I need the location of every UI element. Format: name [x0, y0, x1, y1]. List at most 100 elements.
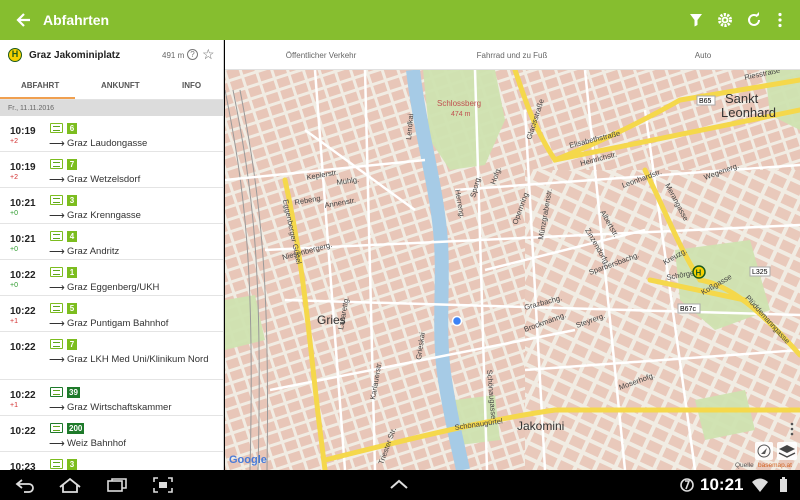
label-sankt: Sankt — [725, 91, 759, 106]
departure-time: 10:19 — [10, 162, 36, 173]
departure-delay: +2 — [10, 174, 18, 181]
line-number-badge: 6 — [67, 123, 77, 134]
departure-delay: +2 — [10, 138, 18, 145]
departure-row[interactable]: 10:21 +0 4 ⟶ Graz Andritz — [0, 224, 223, 260]
stop-marker-icon[interactable]: H — [692, 265, 706, 279]
tab-ankunft[interactable]: ANKUNFT — [101, 81, 140, 90]
settings-gear-icon[interactable] — [716, 11, 734, 29]
departure-time: 10:22 — [10, 342, 36, 353]
tram-icon — [50, 339, 63, 349]
app-bar: Abfahrten — [0, 0, 800, 40]
chevron-up-icon[interactable] — [388, 477, 410, 493]
line-number-badge: 200 — [67, 423, 85, 434]
direction-arrow-icon: ⟶ — [49, 438, 65, 450]
departure-destination: Graz Andritz — [67, 246, 120, 257]
tram-icon — [50, 195, 63, 205]
help-icon[interactable]: ? — [187, 49, 198, 60]
notification-icon — [680, 478, 694, 492]
tram-icon — [50, 123, 63, 133]
tab-abfahrt[interactable]: ABFAHRT — [21, 81, 59, 90]
departure-time: 10:19 — [10, 126, 36, 137]
direction-arrow-icon: ⟶ — [49, 174, 65, 186]
nav-back-icon[interactable] — [14, 477, 36, 493]
attribution-basemap[interactable]: basemap.at — [758, 462, 792, 469]
departure-row[interactable]: 10:21 +0 3 ⟶ Graz Krenngasse — [0, 188, 223, 224]
tram-icon — [50, 159, 63, 169]
departure-delay: +0 — [10, 246, 18, 253]
departure-row[interactable]: 10:22 200 ⟶ Weiz Bahnhof — [0, 416, 223, 452]
departure-row[interactable]: 10:19 +2 6 ⟶ Graz Laudongasse — [0, 116, 223, 152]
current-location-dot — [451, 315, 463, 327]
departure-delay: +1 — [10, 318, 18, 325]
departure-delay: +0 — [10, 210, 18, 217]
date-header: Fr., 11.11.2016 — [0, 100, 223, 116]
departures-panel: H Graz Jakominiplatz 491 m ? ☆ ABFAHRT A… — [0, 40, 224, 470]
filter-icon[interactable] — [687, 11, 705, 29]
attribution-source: Quelle — [735, 462, 754, 469]
departure-destination: Graz Puntigam Bahnhof — [67, 318, 169, 329]
transport-mode-bar: Öffentlicher Verkehr Fahrrad und zu Fuß … — [225, 40, 800, 70]
label-jakomini: Jakomini — [517, 419, 564, 433]
mode-public-transport[interactable]: Öffentlicher Verkehr — [286, 51, 357, 60]
screenshot-icon[interactable] — [152, 477, 174, 493]
tram-icon — [50, 231, 63, 241]
battery-icon — [780, 477, 787, 492]
mode-bike-walk[interactable]: Fahrrad und zu Fuß — [477, 51, 548, 60]
map-view[interactable]: B65 B67c L325 Schlossberg 474 m Sankt Le… — [225, 70, 800, 470]
line-number-badge: 5 — [67, 303, 77, 314]
departure-row[interactable]: 10:22 +0 1 ⟶ Graz Eggenberg/UKH — [0, 260, 223, 296]
departure-time: 10:22 — [10, 306, 36, 317]
tab-info[interactable]: INFO — [182, 81, 201, 90]
departure-time: 10:23 — [10, 462, 36, 470]
direction-arrow-icon: ⟶ — [49, 354, 65, 366]
overflow-menu-icon[interactable] — [771, 11, 789, 29]
departure-destination: Graz Wirtschaftskammer — [67, 402, 172, 413]
departure-destination: Graz Krenngasse — [67, 210, 141, 221]
tram-icon — [50, 303, 63, 313]
stop-badge-icon: H — [8, 48, 22, 62]
refresh-icon[interactable] — [745, 11, 763, 29]
shield-b65: B65 — [699, 98, 712, 105]
departure-row[interactable]: 10:22 +1 5 ⟶ Graz Puntigam Bahnhof — [0, 296, 223, 332]
departure-delay: +0 — [10, 282, 18, 289]
mode-car[interactable]: Auto — [695, 51, 711, 60]
map-base-east — [525, 170, 800, 470]
tab-bar: ABFAHRT ANKUNFT INFO — [0, 70, 223, 100]
system-nav-bar: 10:21 — [0, 470, 800, 500]
favorite-star-icon[interactable]: ☆ — [202, 46, 215, 63]
departure-row[interactable]: 10:23 3 — [0, 452, 223, 470]
line-number-badge: 4 — [67, 231, 77, 242]
direction-arrow-icon: ⟶ — [49, 246, 65, 258]
map-overflow-icon[interactable] — [790, 422, 794, 436]
departure-row[interactable]: 10:22 +1 39 ⟶ Graz Wirtschaftskammer — [0, 380, 223, 416]
departure-destination: Graz Eggenberg/UKH — [67, 282, 160, 293]
svg-text:H: H — [696, 269, 702, 278]
stop-name: Graz Jakominiplatz — [29, 50, 121, 61]
departure-time: 10:21 — [10, 234, 36, 245]
departure-row[interactable]: 10:22 7 ⟶ Graz LKH Med Uni/Klinikum Nord — [0, 332, 223, 380]
direction-arrow-icon: ⟶ — [49, 318, 65, 330]
line-number-badge: 7 — [67, 159, 77, 170]
departure-row[interactable]: 10:19 +2 7 ⟶ Graz Wetzelsdorf — [0, 152, 223, 188]
departure-destination: Weiz Bahnhof — [67, 438, 126, 449]
departure-destination: Graz Wetzelsdorf — [67, 174, 141, 185]
label-schlossberg-alt: 474 m — [451, 111, 471, 118]
tram-icon — [50, 267, 63, 277]
back-arrow-icon[interactable] — [14, 10, 34, 30]
line-number-badge: 1 — [67, 267, 77, 278]
map-column: Öffentlicher Verkehr Fahrrad und zu Fuß … — [225, 40, 800, 470]
departure-time: 10:22 — [10, 390, 36, 401]
tram-icon — [50, 459, 63, 469]
label-leonhard: Leonhard — [721, 105, 776, 120]
nav-recent-apps-icon[interactable] — [106, 477, 128, 493]
shield-l325: L325 — [752, 269, 768, 276]
line-number-badge: 7 — [67, 339, 77, 350]
wifi-icon — [752, 478, 768, 492]
compass-button[interactable] — [755, 442, 773, 460]
layers-button[interactable] — [777, 442, 797, 460]
bus-icon — [50, 423, 63, 433]
active-tab-indicator — [0, 97, 75, 99]
app-window: Abfahrten H Graz Jakominiplatz 491 m ? ☆… — [0, 0, 800, 500]
nav-home-icon[interactable] — [58, 477, 82, 493]
bus-icon — [50, 387, 63, 397]
